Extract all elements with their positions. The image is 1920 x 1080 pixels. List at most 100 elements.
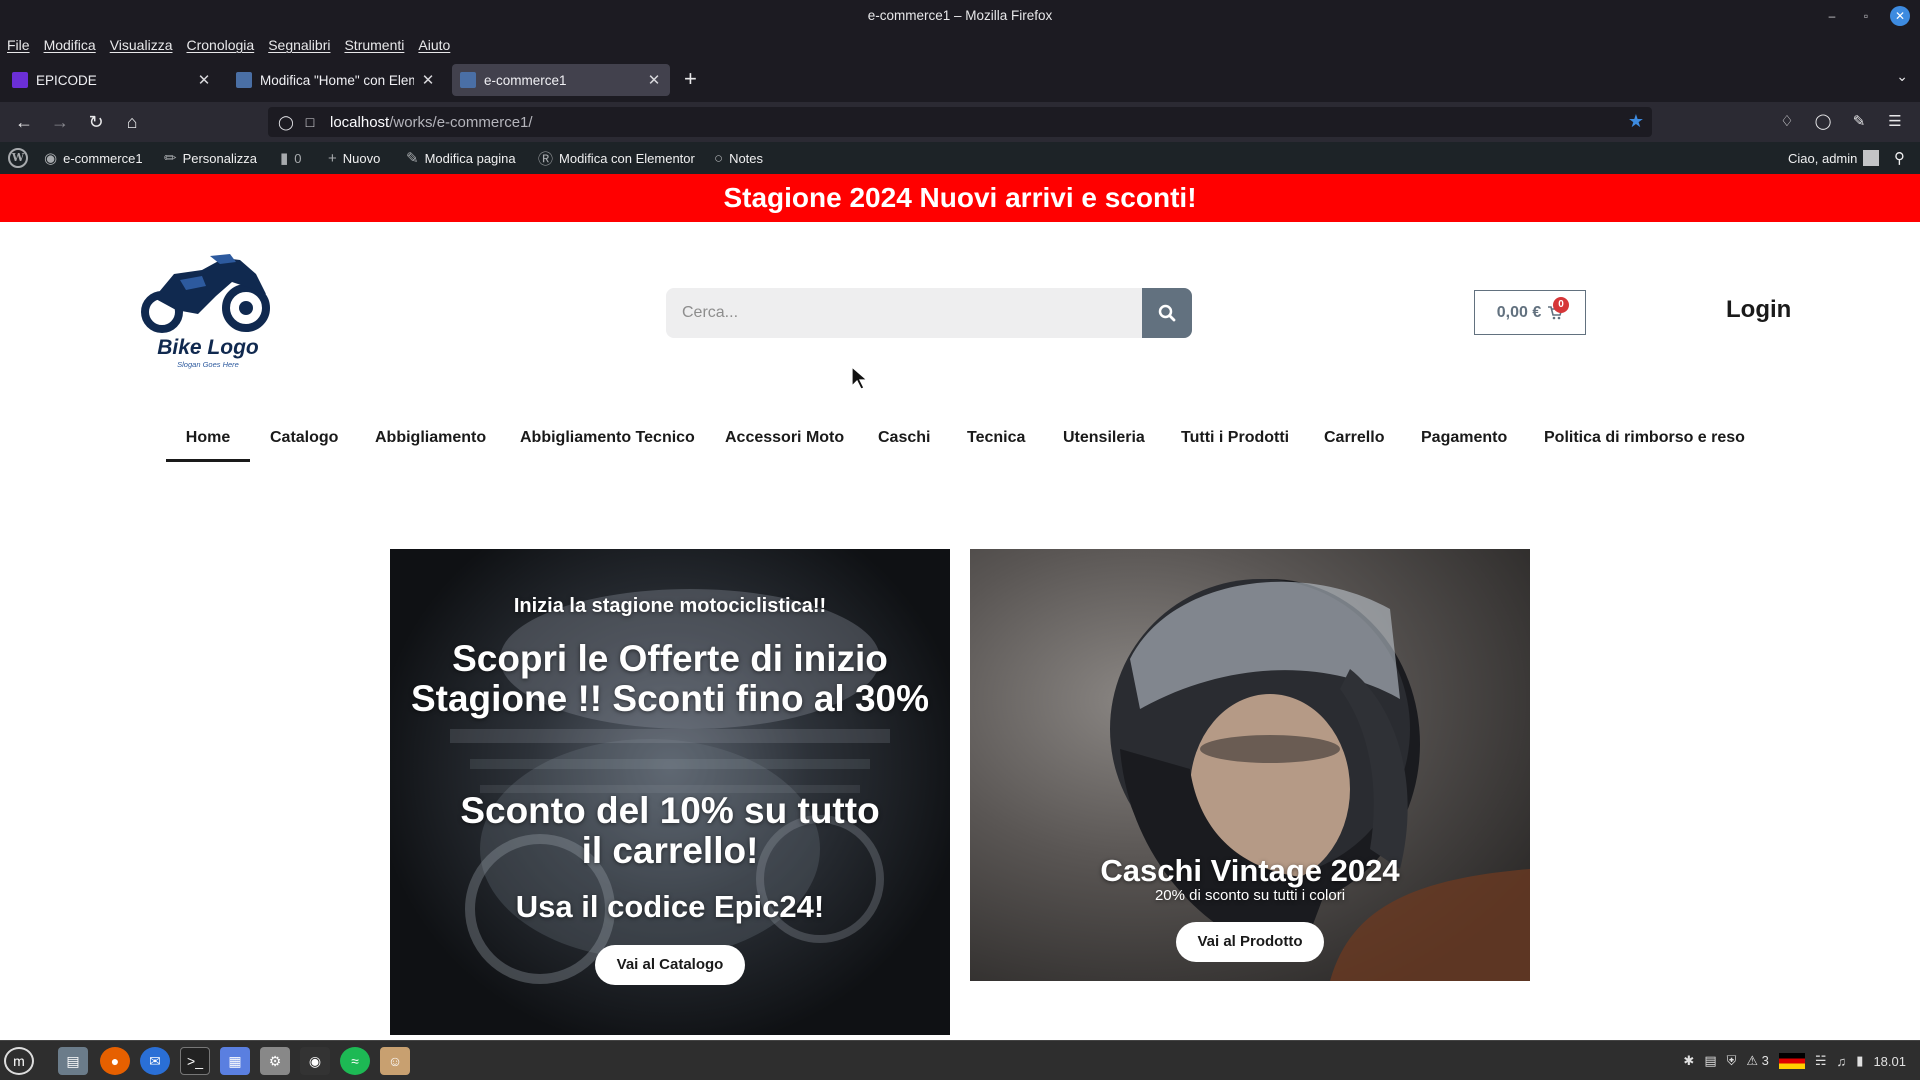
taskbar: m ▤ ● ✉ >_ ▦ ⚙ ◉ ≈ ☺ ✱ ▤ ⛨ ⚠ 3 ☵ ♫ ▮ 18.… — [0, 1040, 1920, 1080]
firefox-icon[interactable]: ● — [100, 1047, 130, 1075]
nav-item-catalogo[interactable]: Catalogo — [270, 420, 338, 462]
page-favicon-icon — [236, 72, 252, 88]
bluetooth-icon[interactable]: ✱ — [1683, 1053, 1694, 1069]
list-all-tabs-icon[interactable]: ⌄ — [1896, 68, 1908, 85]
nav-item-accessori-moto[interactable]: Accessori Moto — [725, 420, 844, 462]
brush-icon: ✏ — [164, 150, 177, 167]
tab-elementor[interactable]: Modifica "Home" con Elementor ✕ — [228, 64, 444, 96]
bookmark-star-icon[interactable]: ★ — [1628, 111, 1644, 132]
admin-site-name[interactable]: ◉ e-commerce1 — [44, 142, 143, 174]
menu-edit[interactable]: Modifica — [44, 37, 96, 53]
close-tab-icon[interactable]: ✕ — [196, 71, 212, 89]
window-title: e-commerce1 – Mozilla Firefox — [867, 8, 1053, 23]
notifications-icon[interactable]: ⚠ 3 — [1746, 1053, 1769, 1069]
menu-bookmarks[interactable]: Segnalibri — [268, 37, 330, 53]
close-tab-icon[interactable]: ✕ — [420, 71, 436, 89]
menu-file[interactable]: File — [7, 37, 30, 53]
nav-item-home[interactable]: Home — [166, 420, 250, 462]
admin-notes[interactable]: ○ Notes — [714, 142, 763, 174]
catalog-button[interactable]: Vai al Catalogo — [595, 945, 745, 985]
tab-ecommerce[interactable]: e-commerce1 ✕ — [452, 64, 670, 96]
elementor-icon: Ⓡ — [538, 150, 554, 168]
wifi-icon[interactable]: ☵ — [1815, 1053, 1827, 1069]
page-info-icon[interactable]: □ — [298, 114, 322, 130]
home-icon[interactable]: ⌂ — [120, 110, 144, 134]
minimize-button[interactable]: – — [1822, 6, 1842, 26]
search-button[interactable] — [1142, 288, 1192, 338]
shield-icon[interactable]: ⛨ — [1727, 1053, 1737, 1069]
window-titlebar: e-commerce1 – Mozilla Firefox – ▫ ✕ — [0, 0, 1920, 32]
cart-button[interactable]: 0,00 € 0 — [1474, 290, 1586, 335]
battery-icon[interactable]: ▮ — [1856, 1053, 1863, 1069]
nav-item-abbigliamento-tecnico[interactable]: Abbigliamento Tecnico — [520, 420, 695, 462]
nav-item-pagamento[interactable]: Pagamento — [1421, 420, 1507, 462]
screenshot-icon[interactable]: ▦ — [220, 1047, 250, 1075]
forward-icon[interactable]: → — [48, 110, 72, 134]
promo-banner-offers: Inizia la stagione motociclistica!! Scop… — [390, 549, 950, 1035]
wordpress-logo-icon[interactable]: W — [8, 142, 28, 174]
wp-admin-bar: W ◉ e-commerce1 ✏ Personalizza ▮ 0 + Nuo… — [0, 142, 1920, 174]
keyboard-layout-flag-icon[interactable] — [1778, 1053, 1805, 1069]
clipboard-icon[interactable]: ▤ — [1704, 1053, 1716, 1069]
admin-edit-elementor[interactable]: Ⓡ Modifica con Elementor — [538, 142, 695, 174]
notes-bubble-icon: ○ — [714, 149, 724, 167]
hamburger-menu-icon[interactable]: ☰ — [1884, 112, 1906, 132]
extensions-icon[interactable]: ✎ — [1848, 112, 1870, 132]
site-logo[interactable]: Bike Logo Slogan Goes Here — [140, 252, 280, 377]
admin-edit-page[interactable]: ✎ Modifica pagina — [406, 142, 516, 174]
product-button[interactable]: Vai al Prodotto — [1176, 922, 1324, 962]
maximize-button[interactable]: ▫ — [1856, 6, 1876, 26]
account-icon[interactable]: ◯ — [1812, 112, 1834, 132]
admin-new[interactable]: + Nuovo — [328, 142, 380, 174]
nav-item-abbigliamento[interactable]: Abbigliamento — [375, 420, 486, 462]
pocket-icon[interactable]: ♢ — [1776, 112, 1798, 132]
admin-customize[interactable]: ✏ Personalizza — [164, 142, 257, 174]
search-input[interactable] — [666, 288, 1142, 338]
nav-item-caschi[interactable]: Caschi — [878, 420, 930, 462]
tracking-protection-shield-icon[interactable]: ◯ — [274, 114, 298, 131]
menu-history[interactable]: Cronologia — [186, 37, 254, 53]
banner-headline: Scopri le Offerte di inizio Stagione !! … — [410, 638, 930, 719]
admin-search-icon[interactable]: ⚲ — [1894, 142, 1905, 174]
menu-bar: File Modifica Visualizza Cronologia Segn… — [0, 32, 1920, 58]
search-icon — [1158, 304, 1176, 322]
spotify-icon[interactable]: ≈ — [340, 1047, 370, 1075]
files-icon[interactable]: ▤ — [58, 1047, 88, 1075]
admin-comments[interactable]: ▮ 0 — [280, 142, 302, 174]
nav-item-carrello[interactable]: Carrello — [1324, 420, 1384, 462]
volume-icon[interactable]: ♫ — [1837, 1054, 1847, 1069]
tab-bar: EPICODE ✕ Modifica "Home" con Elementor … — [0, 58, 1920, 102]
plus-icon: + — [328, 149, 337, 167]
close-window-button[interactable]: ✕ — [1890, 6, 1910, 26]
new-tab-button[interactable]: + — [684, 64, 697, 94]
admin-account[interactable]: Ciao, admin — [1788, 142, 1880, 174]
mouse-cursor-icon — [851, 366, 869, 390]
url-text[interactable]: localhost/works/e-commerce1/ — [330, 114, 533, 131]
banner-kicker: Inizia la stagione motociclistica!! — [513, 595, 827, 617]
github-icon[interactable]: ◉ — [300, 1047, 330, 1075]
thunderbird-icon[interactable]: ✉ — [140, 1047, 170, 1075]
helmet-photo-image — [1110, 579, 1530, 981]
comment-bubble-icon: ▮ — [280, 150, 289, 167]
page-favicon-icon — [460, 72, 476, 88]
image-viewer-icon[interactable]: ☺ — [380, 1047, 410, 1075]
menu-view[interactable]: Visualizza — [110, 37, 173, 53]
nav-item-utensileria[interactable]: Utensileria — [1063, 420, 1145, 462]
nav-item-tutti-i-prodotti[interactable]: Tutti i Prodotti — [1181, 420, 1289, 462]
reload-icon[interactable]: ↻ — [84, 110, 108, 134]
promo-banner-helmets: Caschi Vintage 2024 20% di sconto su tut… — [970, 549, 1530, 981]
nav-item-tecnica[interactable]: Tecnica — [967, 420, 1025, 462]
close-tab-icon[interactable]: ✕ — [646, 71, 662, 89]
menu-help[interactable]: Aiuto — [418, 37, 450, 53]
banner-helmet-subtitle: 20% di sconto su tutti i colori — [1154, 887, 1346, 904]
terminal-icon[interactable]: >_ — [180, 1047, 210, 1075]
back-icon[interactable]: ← — [12, 110, 36, 134]
mint-menu-icon[interactable]: m — [4, 1047, 34, 1075]
settings-gear-icon[interactable]: ⚙ — [260, 1047, 290, 1075]
tab-epicode[interactable]: EPICODE ✕ — [4, 64, 220, 96]
menu-tools[interactable]: Strumenti — [344, 37, 404, 53]
clock[interactable]: 18.01 — [1873, 1054, 1906, 1069]
address-bar[interactable]: ◯ □ localhost/works/e-commerce1/ ★ — [268, 107, 1652, 137]
login-link[interactable]: Login — [1726, 296, 1791, 324]
nav-item-politica-rimborso[interactable]: Politica di rimborso e reso — [1544, 420, 1745, 462]
